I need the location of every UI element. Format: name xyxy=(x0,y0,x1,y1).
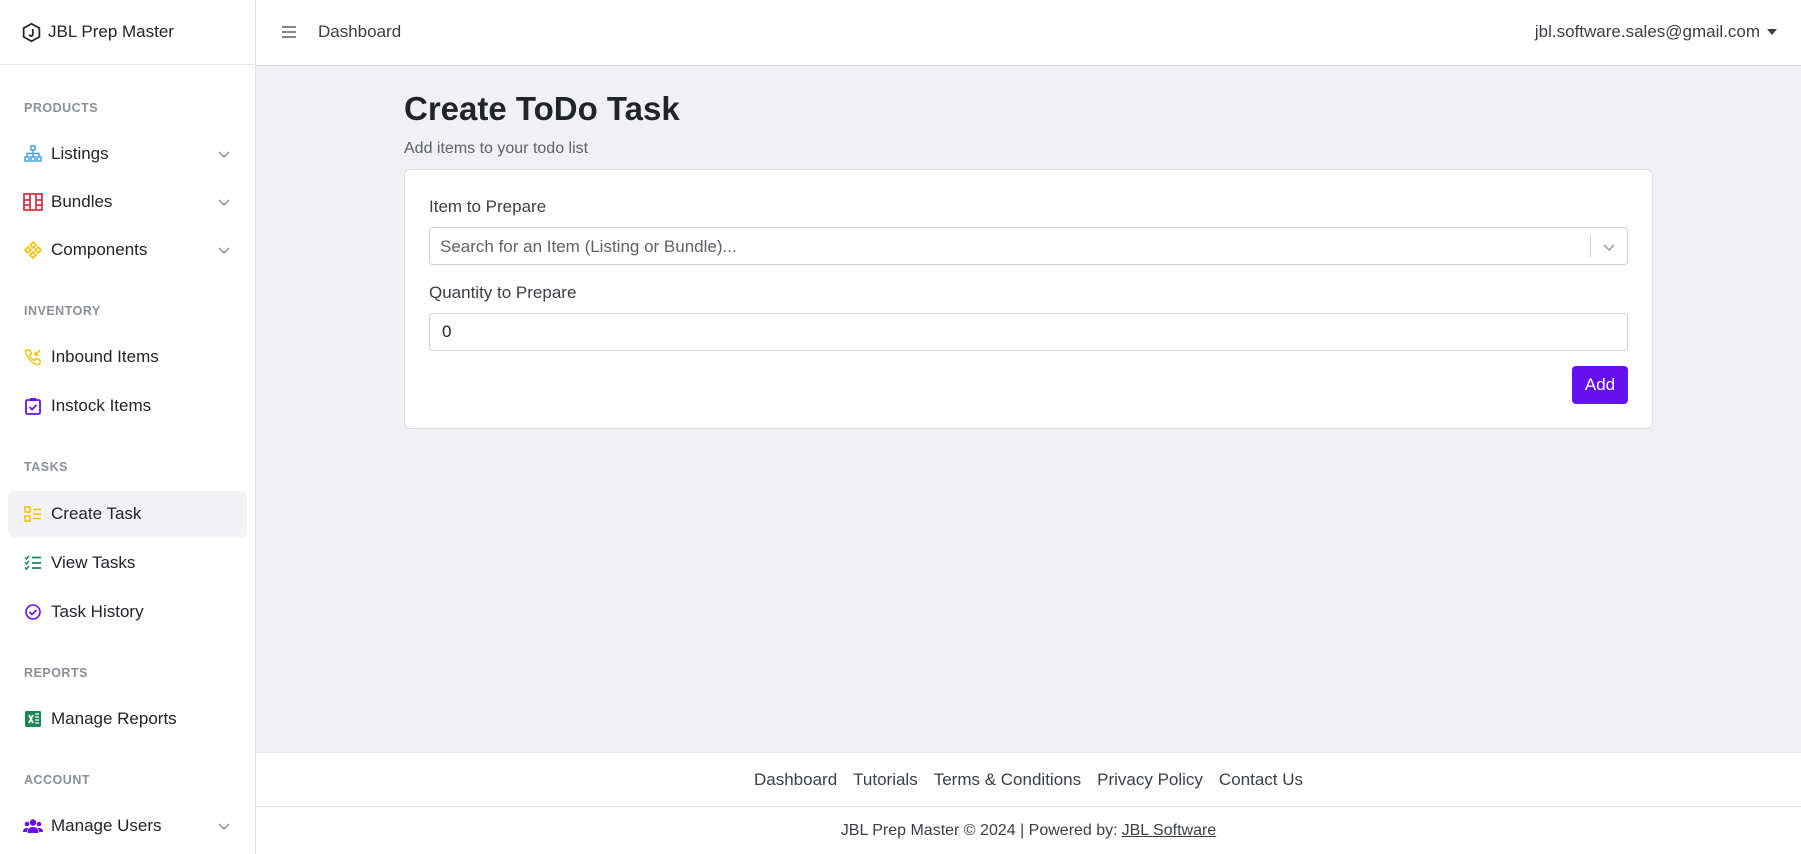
sidebar-item-label: Bundles xyxy=(51,192,113,211)
powered-by-link[interactable]: JBL Software xyxy=(1122,822,1217,840)
list-check-icon xyxy=(23,553,43,573)
footer-link-dashboard[interactable]: Dashboard xyxy=(754,770,837,790)
clipboard-check-icon xyxy=(23,396,43,416)
hamburger-menu-icon[interactable] xyxy=(280,22,298,42)
sidebar-item-inbound-items[interactable]: Inbound Items xyxy=(8,334,247,380)
sidebar-item-label: Components xyxy=(51,240,148,259)
copyright-text: JBL Prep Master © 2024 | Powered by: xyxy=(840,821,1118,839)
select-separator xyxy=(1590,235,1591,257)
sidebar-item-label: Instock Items xyxy=(51,396,152,415)
hexagon-logo-icon xyxy=(22,22,41,42)
sidebar-item-label: Create Task xyxy=(51,504,142,523)
add-button[interactable]: Add xyxy=(1572,366,1628,404)
sidebar-item-label: Manage Users xyxy=(51,816,162,835)
grid-boxes-icon xyxy=(23,192,43,212)
footer-copyright: JBL Prep Master © 2024 | Powered by: JBL… xyxy=(256,806,1801,854)
sidebar-item-instock-items[interactable]: Instock Items xyxy=(8,383,247,429)
inbound-phone-icon xyxy=(23,347,43,367)
item-search-placeholder: Search for an Item (Listing or Bundle)..… xyxy=(440,237,737,256)
user-email: jbl.software.sales@gmail.com xyxy=(1534,22,1760,41)
sidebar-item-components[interactable]: Components xyxy=(8,227,247,273)
section-title-inventory: INVENTORY xyxy=(24,304,101,318)
excel-icon xyxy=(23,709,43,729)
quantity-label: Quantity to Prepare xyxy=(429,283,577,302)
page-subtitle: Add items to your todo list xyxy=(404,140,589,157)
footer-link-privacy[interactable]: Privacy Policy xyxy=(1097,770,1203,790)
caret-down-icon xyxy=(1767,29,1777,35)
sidebar-item-manage-users[interactable]: Manage Users xyxy=(8,803,247,849)
sidebar-item-label: View Tasks xyxy=(51,553,136,572)
footer-link-terms[interactable]: Terms & Conditions xyxy=(934,770,1081,790)
item-search-select[interactable]: Search for an Item (Listing or Bundle)..… xyxy=(429,227,1628,265)
chevron-down-icon xyxy=(218,151,230,159)
sitemap-icon xyxy=(23,144,43,164)
sidebar-item-manage-reports[interactable]: Manage Reports xyxy=(8,696,247,742)
sidebar-item-label: Task History xyxy=(51,602,144,621)
page-title: Create ToDo Task xyxy=(404,90,680,127)
footer-links: Dashboard Tutorials Terms & Conditions P… xyxy=(256,752,1801,806)
sidebar-item-bundles[interactable]: Bundles xyxy=(8,179,247,225)
section-title-tasks: TASKS xyxy=(24,460,68,474)
checklist-icon xyxy=(23,504,43,524)
section-title-products: PRODUCTS xyxy=(24,101,99,115)
diamond-cluster-icon xyxy=(23,240,43,260)
header-breadcrumb[interactable]: Dashboard xyxy=(318,22,401,42)
sidebar-item-task-history[interactable]: Task History xyxy=(8,589,247,635)
create-task-card: Item to Prepare Search for an Item (List… xyxy=(404,169,1653,429)
chevron-down-icon xyxy=(218,823,230,831)
footer-link-tutorials[interactable]: Tutorials xyxy=(853,770,918,790)
footer-link-contact[interactable]: Contact Us xyxy=(1219,770,1303,790)
brand-name: JBL Prep Master xyxy=(48,22,174,41)
quantity-input[interactable] xyxy=(429,313,1628,351)
item-label: Item to Prepare xyxy=(429,197,547,216)
sidebar-item-create-task[interactable]: Create Task xyxy=(8,491,247,537)
sidebar-item-label: Inbound Items xyxy=(51,347,159,366)
user-menu[interactable]: jbl.software.sales@gmail.com xyxy=(1535,22,1777,42)
top-header: Dashboard jbl.software.sales@gmail.com xyxy=(256,0,1801,66)
section-title-account: ACCOUNT xyxy=(24,773,90,787)
brand[interactable]: JBL Prep Master xyxy=(0,0,255,65)
sidebar-item-label: Listings xyxy=(51,144,109,163)
sidebar-item-label: Manage Reports xyxy=(51,709,177,728)
chevron-down-icon xyxy=(218,199,230,207)
section-title-reports: REPORTS xyxy=(24,666,88,680)
circle-check-icon xyxy=(23,602,43,622)
sidebar-item-view-tasks[interactable]: View Tasks xyxy=(8,540,247,586)
users-icon xyxy=(23,816,43,836)
chevron-down-icon xyxy=(218,247,230,255)
sidebar-item-listings[interactable]: Listings xyxy=(8,131,247,177)
chevron-down-icon[interactable] xyxy=(1601,239,1617,255)
sidebar: JBL Prep Master PRODUCTS Listings Bundle… xyxy=(0,0,256,854)
